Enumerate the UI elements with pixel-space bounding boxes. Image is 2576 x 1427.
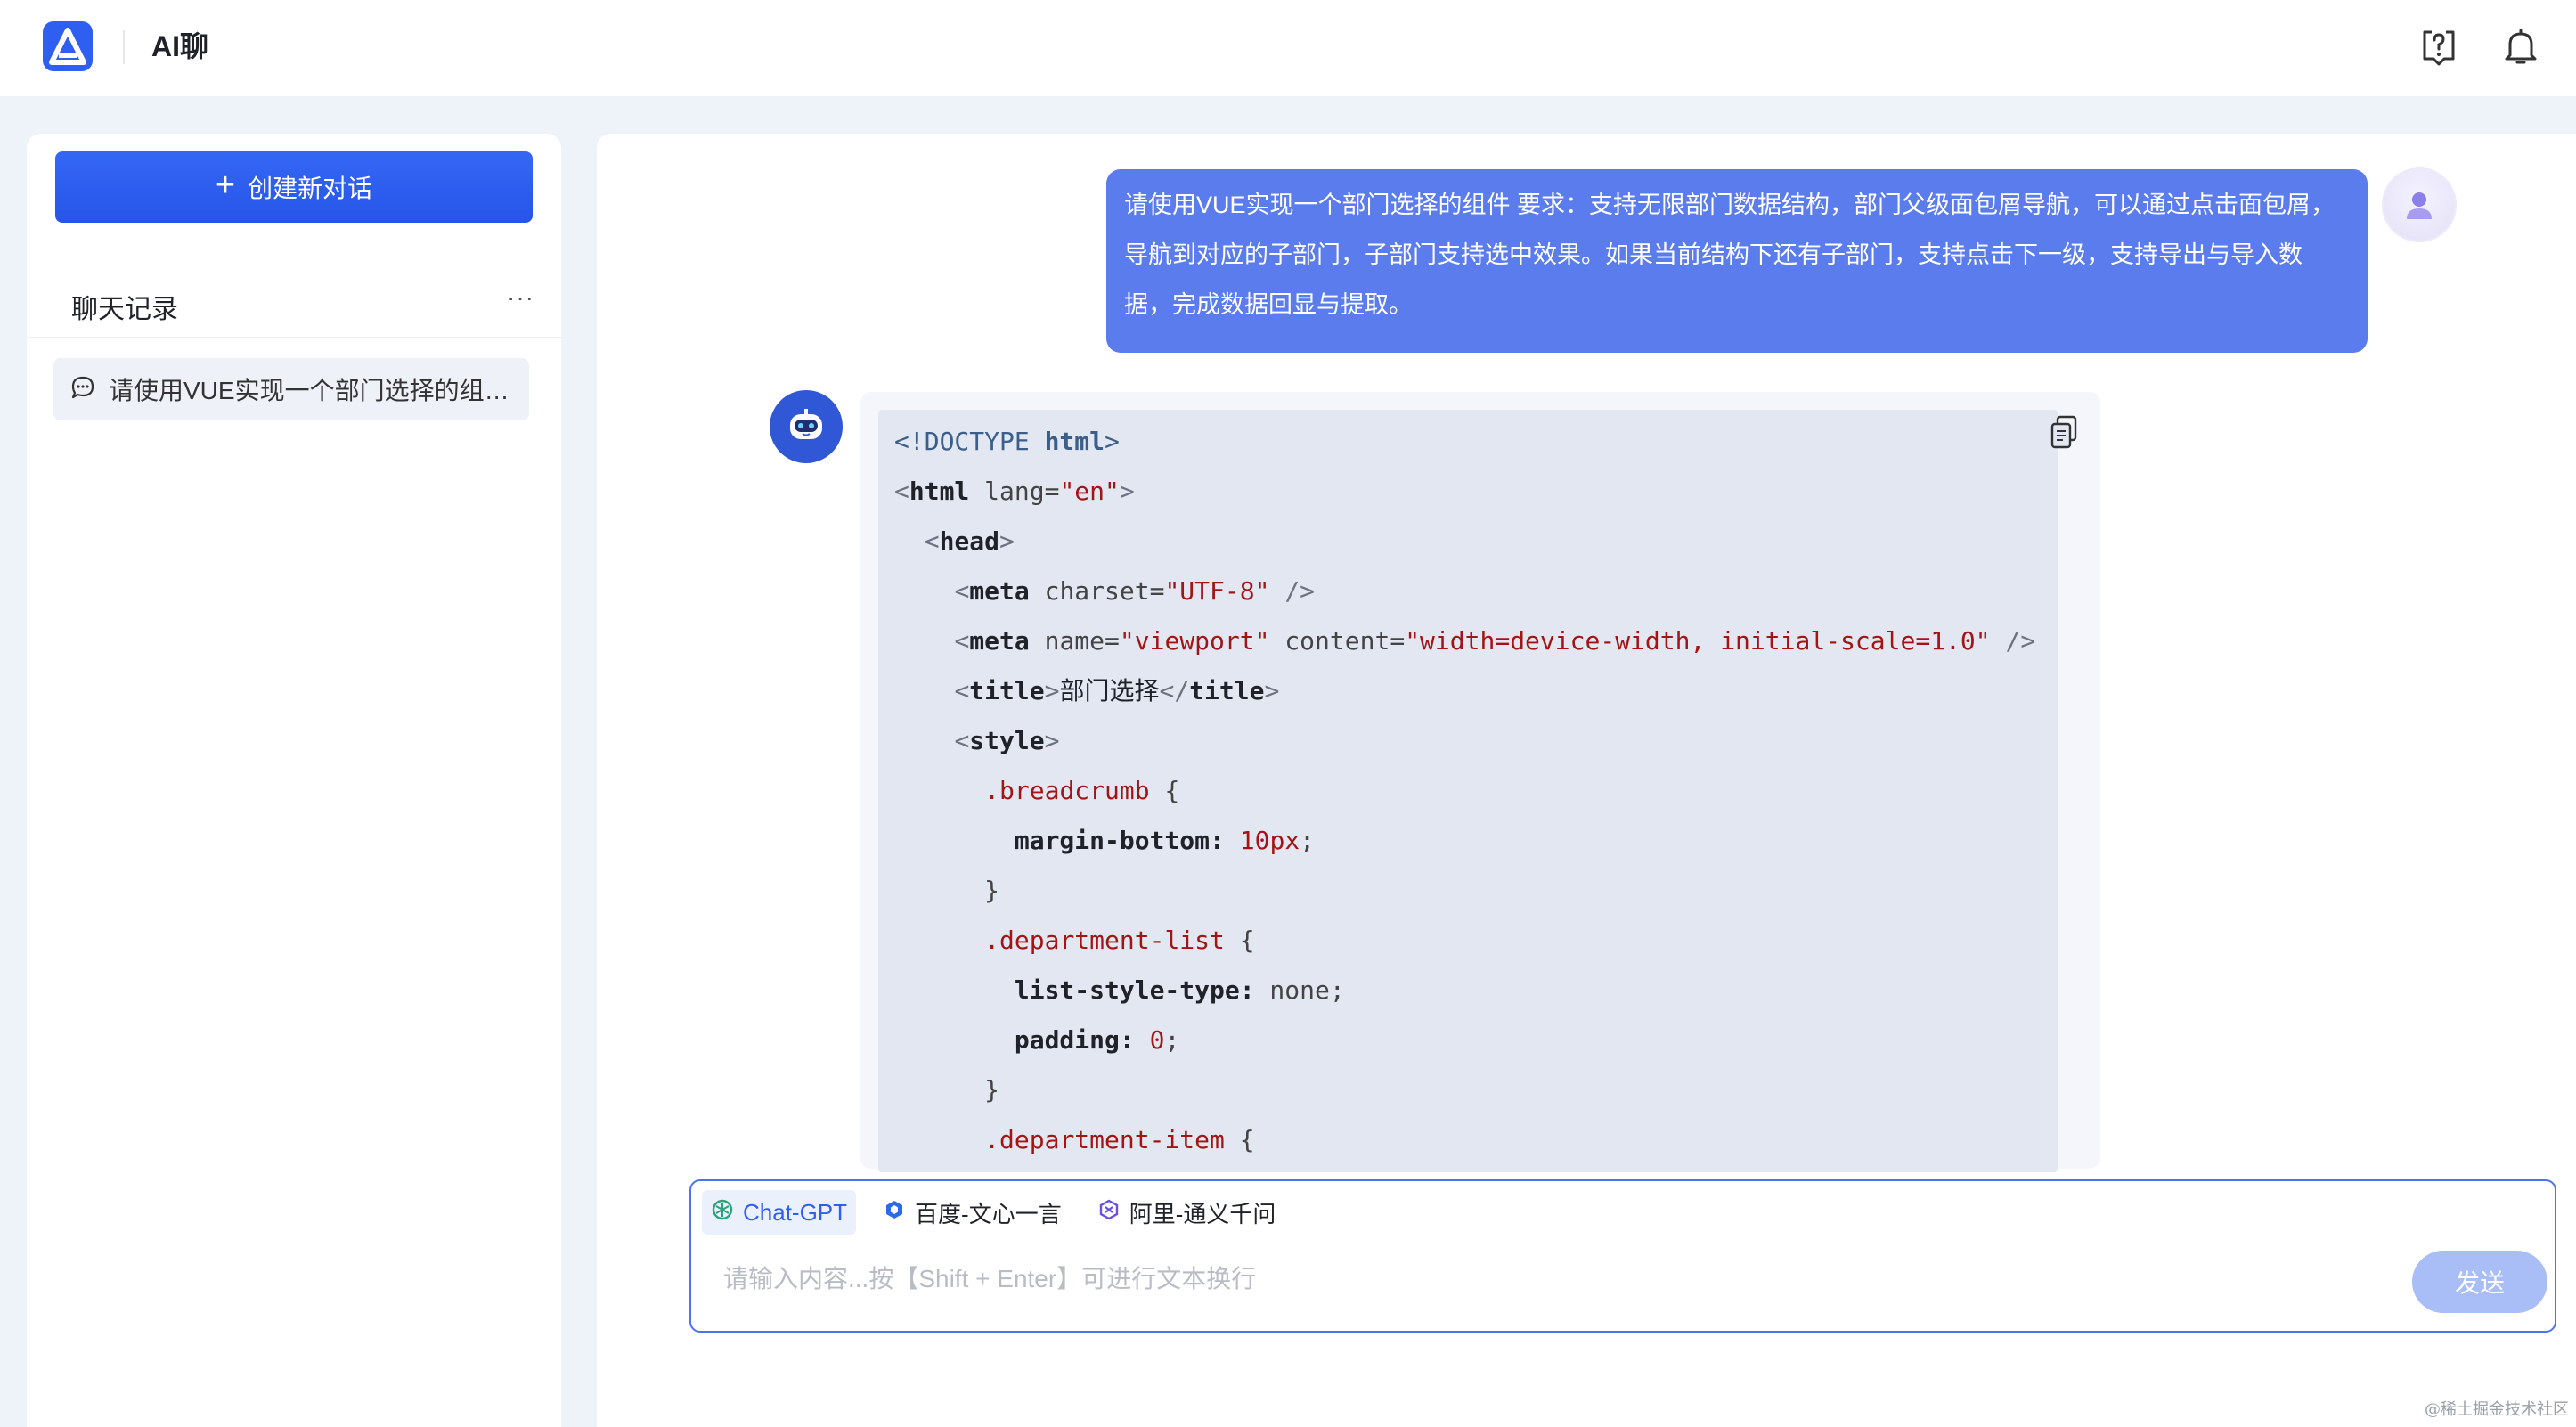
bell-icon[interactable] bbox=[2496, 21, 2546, 71]
plus-icon: + bbox=[215, 167, 236, 204]
message-input-box: Chat-GPT 百度-文心一言 阿里-通义千问 发送 bbox=[689, 1179, 2556, 1333]
header-divider bbox=[123, 30, 125, 64]
chat-bubble-icon bbox=[69, 374, 96, 405]
sidebar: + 创建新对话 聊天记录 ··· 请使用VUE实现一个部门选择的组件 要求：支持… bbox=[27, 134, 561, 1427]
user-avatar-icon bbox=[2384, 169, 2455, 241]
code-line: } bbox=[984, 1075, 1000, 1105]
model-selector: Chat-GPT 百度-文心一言 阿里-通义千问 bbox=[702, 1190, 1284, 1235]
code-line: } bbox=[984, 876, 1000, 905]
logo-a-icon[interactable] bbox=[39, 18, 96, 75]
more-options-icon[interactable]: ··· bbox=[507, 283, 534, 312]
tongyi-icon bbox=[1097, 1198, 1121, 1227]
code-line: margin-bottom: 10px; bbox=[1014, 826, 1316, 855]
code-line: .department-item { bbox=[984, 1125, 1255, 1154]
send-button[interactable]: 发送 bbox=[2412, 1251, 2547, 1313]
chat-history-item[interactable]: 请使用VUE实现一个部门选择的组件 要求：支持无限部门数据结构，部门父级面包屑导… bbox=[53, 358, 529, 420]
model-tab-label: Chat-GPT bbox=[743, 1198, 848, 1226]
model-tab-wenxin[interactable]: 百度-文心一言 bbox=[874, 1190, 1071, 1235]
bot-avatar-icon bbox=[770, 390, 843, 463]
watermark: @稀土掘金技术社区 bbox=[2425, 1400, 2569, 1419]
code-line: <meta name="viewport" content="width=dev… bbox=[954, 626, 2036, 656]
app-title: AI聊 bbox=[151, 30, 209, 62]
model-tab-tongyi[interactable]: 阿里-通义千问 bbox=[1088, 1190, 1285, 1235]
code-line: <html lang="en"> bbox=[894, 477, 1135, 506]
wenxin-icon bbox=[883, 1198, 906, 1227]
top-header: AI聊 bbox=[0, 0, 2576, 96]
new-chat-label: 创建新对话 bbox=[248, 175, 373, 202]
new-chat-button[interactable]: + 创建新对话 bbox=[55, 151, 533, 223]
copy-icon[interactable] bbox=[2049, 415, 2079, 451]
code-line: <style> bbox=[954, 726, 1060, 755]
code-line: .breadcrumb { bbox=[984, 776, 1180, 805]
code-line: <!DOCTYPE html> bbox=[894, 427, 1120, 456]
code-line: <title>部门选择</title> bbox=[954, 676, 1280, 705]
model-tab-label: 百度-文心一言 bbox=[915, 1200, 1062, 1227]
code-line: <meta charset="UTF-8" /> bbox=[954, 576, 1316, 606]
code-line: .department-list { bbox=[984, 926, 1255, 955]
chat-history-header: 聊天记录 ··· bbox=[27, 267, 561, 338]
user-message-bubble: 请使用VUE实现一个部门选择的组件 要求：支持无限部门数据结构，部门父级面包屑导… bbox=[1106, 169, 2368, 353]
code-block: <!DOCTYPE html> <html lang="en"> <head> … bbox=[878, 410, 2058, 1172]
message-input[interactable] bbox=[723, 1256, 2433, 1302]
code-line: <head> bbox=[924, 526, 1015, 556]
help-question-icon[interactable] bbox=[2414, 21, 2464, 71]
openai-icon bbox=[711, 1198, 734, 1227]
model-tab-chatgpt[interactable]: Chat-GPT bbox=[702, 1190, 857, 1235]
chat-history-title: 聊天记录 bbox=[71, 295, 178, 324]
code-line: padding: 0; bbox=[1014, 1025, 1180, 1055]
model-tab-label: 阿里-通义千问 bbox=[1129, 1200, 1276, 1227]
code-line: list-style-type: none; bbox=[1014, 975, 1345, 1005]
chat-history-item-label: 请使用VUE实现一个部门选择的组件 要求：支持无限部门数据结构，部门父级面包屑导… bbox=[109, 377, 518, 404]
